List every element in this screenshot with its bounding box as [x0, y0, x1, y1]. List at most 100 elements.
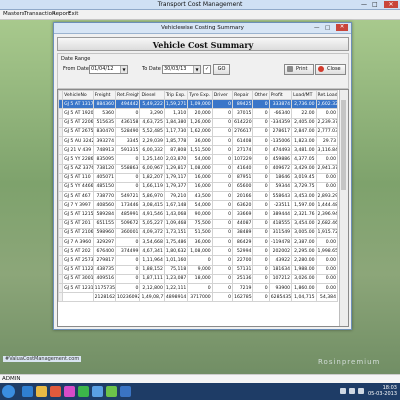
cost-summary-grid[interactable]: VehicleNo Freight Ret.Freight Diesel Tri… [57, 89, 349, 327]
table-cell: 3,08,415 [139, 200, 165, 211]
paint-icon[interactable] [64, 386, 75, 397]
table-row[interactable]: GJ 5 AT 1231 1175735 0 2,12,800 1,22,111 0 0 72… [58, 282, 339, 294]
menu-masters[interactable]: Masters [3, 11, 25, 17]
table-row[interactable]: GJ 5 AU 3242 393274 3345 2,29,039 1,85,778 36… [58, 135, 339, 147]
col-diesel[interactable]: Diesel [139, 90, 165, 101]
table-row[interactable]: GJ 5 AT 2106 598960 360001 4,09,372 1,73,151… [58, 227, 339, 239]
table-row[interactable]: GJ 5 AT 2206 515635 436158 4,63,725 1,84,380… [58, 117, 339, 128]
table-row[interactable]: GJ 21 V 439 748913 591315 6,00,332 87,808 1,5… [58, 145, 339, 156]
table-cell: 0 [252, 264, 270, 275]
window-titlebar: Vehiclewise Costing Summary — □ ✕ [54, 23, 351, 34]
to-date-picker[interactable]: 30/03/13 ▼ [162, 65, 201, 74]
from-date-picker[interactable]: 01/04/12 ▼ [89, 65, 128, 74]
table-cell: 2,602.32 [315, 99, 339, 110]
table-row[interactable]: GJ 5 AT 2573 279817 0 1,11,964 1,01,160 0 0 227… [58, 255, 339, 266]
window-maximize-icon[interactable]: □ [325, 25, 330, 31]
menu-exit[interactable]: Exit [68, 11, 78, 17]
chrome-icon[interactable] [78, 386, 89, 397]
ie-icon[interactable] [22, 386, 33, 397]
table-cell: 1,43,068 [163, 209, 189, 220]
go-button[interactable]: GO [213, 64, 230, 75]
table-cell: 93900 [268, 282, 293, 294]
col-tyre-exp[interactable]: Tyre Exp. [187, 90, 213, 101]
table-cell: 884360 [92, 99, 117, 110]
table-cell: 1,915.72 [315, 227, 339, 239]
close-button[interactable]: Close [315, 64, 346, 75]
col-ret-load[interactable]: Ret.Load [315, 90, 339, 101]
table-cell: 2,295.00 [291, 246, 317, 257]
table-cell: 405071 [92, 172, 117, 183]
table-cell: 0 [211, 273, 234, 284]
table-cell: 5,05,227 [139, 218, 165, 229]
table-cell: 0 [114, 282, 141, 294]
scrollbar-thumb[interactable] [341, 100, 346, 190]
minimize-icon[interactable]: — [361, 1, 367, 8]
col-repair[interactable]: Repair [232, 90, 254, 101]
table-cell: 4,91,546 [139, 209, 165, 220]
total-cell: 21281627 [92, 292, 117, 303]
table-row[interactable]: GJ 5 AT 1920 5360 0 3,290 1,310 20,000 0 37015 0… [58, 108, 339, 119]
table-cell: 1,823.00 [291, 135, 317, 147]
media-player-icon[interactable] [50, 386, 61, 397]
table-cell: 374499 [114, 246, 141, 257]
menu-transaction[interactable]: Transaction [24, 11, 55, 17]
table-cell: 1,310 [163, 108, 189, 119]
excel-icon[interactable] [106, 386, 117, 397]
grid-scrollbar[interactable] [339, 90, 348, 326]
col-ret-freight[interactable]: Ret.Freight [114, 90, 141, 101]
col-freight[interactable]: Freight [92, 90, 117, 101]
table-cell: 20,000 [187, 108, 213, 119]
table-row[interactable]: GJ 7 Y 3997 408560 173446 3,08,415 1,67,148 5… [58, 200, 339, 211]
table-cell: 459886 [268, 154, 293, 165]
table-cell: 0 [252, 163, 270, 174]
to-date-dropdown-icon[interactable]: ▼ [193, 66, 200, 73]
col-profit[interactable]: Profit [268, 90, 293, 101]
clock-date: 05-03-2013 [367, 391, 397, 397]
table-row[interactable]: GJ 5 AT 3001 409516 0 1,87,111 1,23,087 18,00… [58, 273, 339, 284]
table-row[interactable]: GJ 5 AT 467 738770 549721 5,86,970 79,210 43,… [58, 191, 339, 202]
table-cell: 0 [114, 236, 141, 248]
table-cell: 54,000 [187, 200, 213, 211]
table-cell: 589284 [92, 209, 117, 220]
table-row[interactable]: GJ 5 AT 1215 589284 485991 4,91,546 1,43,068… [58, 209, 339, 220]
maximize-icon[interactable]: □ [372, 1, 378, 8]
window-minimize-icon[interactable]: — [314, 25, 320, 31]
table-row[interactable]: GJ 5 AZ 3376 738120 558863 6,00,967 1,29,817… [58, 163, 339, 174]
table-cell: 89425 [232, 99, 254, 110]
word-icon[interactable] [120, 386, 131, 397]
table-row[interactable]: GJ 5 AT 2675 830470 528490 5,52,485 1,17,730… [58, 126, 339, 137]
table-cell: 0 [211, 209, 234, 220]
network-icon[interactable] [340, 388, 346, 394]
table-row[interactable]: GJ 5 AT 202 676400 374499 4,67,341 1,80,632 1… [58, 246, 339, 257]
app-window-icon[interactable] [92, 386, 103, 397]
table-cell: 0 [211, 99, 234, 110]
table-cell: 1,85,778 [163, 135, 189, 147]
taskbar-clock[interactable]: 18:03 05-03-2013 [368, 385, 397, 397]
print-button[interactable]: Print [284, 64, 314, 75]
table-cell: 1,22,111 [163, 282, 189, 294]
app-titlebar: Transport Cost Management — □ ✕ [0, 0, 400, 10]
volume-icon[interactable] [349, 388, 355, 394]
website-watermark: #ValuaCostManagement.com [3, 356, 82, 362]
app-close-icon[interactable]: ✕ [384, 1, 398, 8]
table-row[interactable]: GJ 7 A 3960 329297 0 3,54,668 1,75,486 36,000… [58, 236, 339, 248]
table-row[interactable]: GJ 5 AT 110 405071 0 1,82,207 1,79,117 16,000… [58, 172, 339, 183]
table-row[interactable]: GJ 5 AT 1122 438735 0 1,88,152 75,118 9,000 0 5… [58, 264, 339, 275]
start-button[interactable] [2, 385, 15, 398]
table-row[interactable]: GJ 5 AT 201 651155 509672 5,05,227 1,09,468 7… [58, 218, 339, 229]
table-row[interactable]: GJ 5 YY 2286 835095 0 1,25,140 2,03,870 54,00… [58, 154, 339, 165]
table-row[interactable]: GJ 5 YY 4466 485150 0 1,66,119 1,79,377 16,00… [58, 181, 339, 193]
flag-icon[interactable] [358, 388, 364, 394]
folder-icon[interactable] [36, 386, 47, 397]
table-row[interactable]: GJ 5 AT 1317 884360 494442 5,49,222 1,59,271… [58, 99, 339, 110]
from-date-dropdown-icon[interactable]: ▼ [120, 66, 127, 73]
close-button-label: Close [327, 66, 341, 72]
col-other[interactable]: Other [252, 90, 270, 101]
col-driver[interactable]: Driver [211, 90, 234, 101]
window-close-icon[interactable]: ✕ [336, 24, 348, 31]
col-vehicleno[interactable]: VehicleNo [62, 90, 94, 101]
filter-checkbox[interactable]: ✓ [203, 65, 211, 74]
col-trip-exp[interactable]: Trip Exp. [163, 90, 189, 101]
table-cell: 1,67,148 [163, 200, 189, 211]
col-load-mt[interactable]: Load/MT [291, 90, 317, 101]
